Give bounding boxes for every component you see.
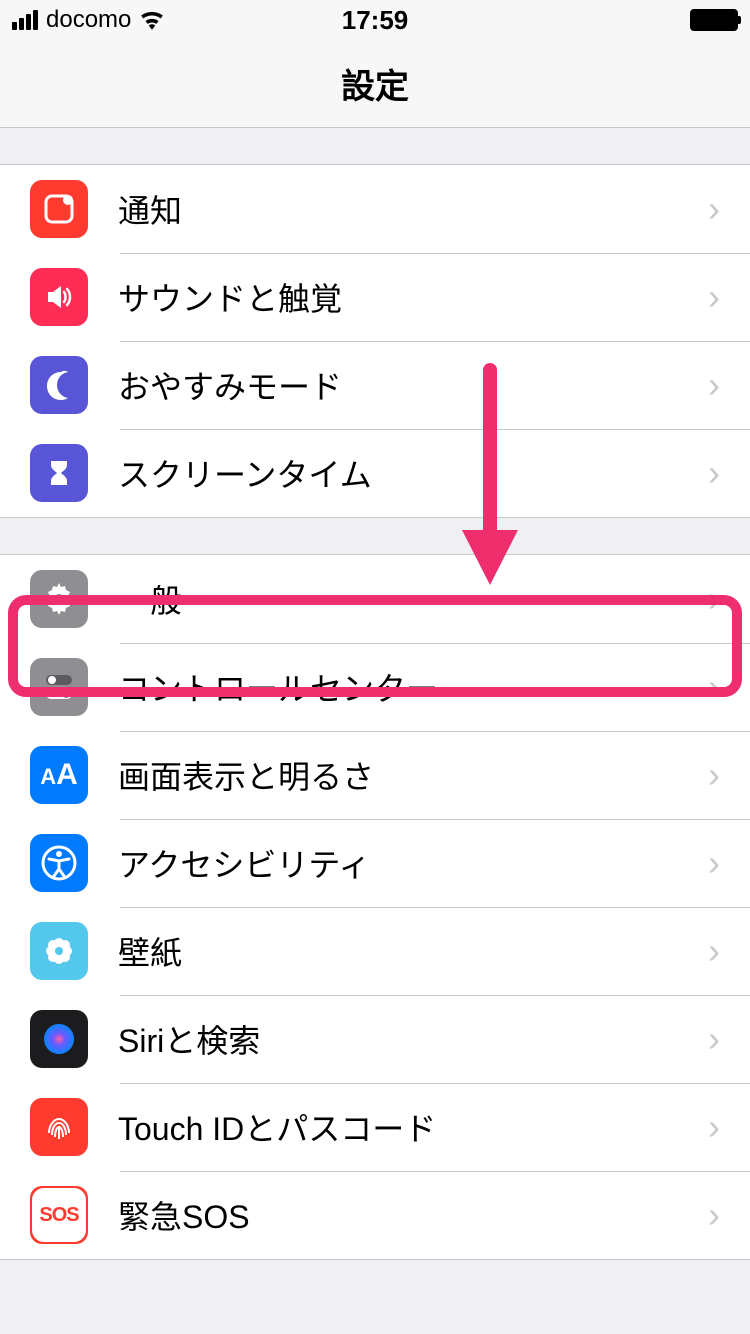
wifi-icon	[139, 10, 165, 30]
gear-icon	[30, 570, 88, 628]
flower-icon	[30, 922, 88, 980]
chevron-right-icon: ›	[708, 1194, 720, 1236]
settings-row-touchid[interactable]: Touch IDとパスコード ›	[0, 1083, 750, 1171]
row-label: Siriと検索	[118, 1016, 708, 1062]
moon-icon	[30, 356, 88, 414]
row-label: おやすみモード	[118, 362, 708, 408]
row-label: スクリーンタイム	[118, 450, 708, 496]
text-size-icon: AA	[30, 746, 88, 804]
settings-row-sos[interactable]: SOS 緊急SOS ›	[0, 1171, 750, 1259]
chevron-right-icon: ›	[708, 1106, 720, 1148]
settings-row-screentime[interactable]: スクリーンタイム ›	[0, 429, 750, 517]
list-group-1: 通知 › サウンドと触覚 › おやすみモード › スクリーンタイム ›	[0, 164, 750, 518]
chevron-right-icon: ›	[708, 276, 720, 318]
page-title: 設定	[341, 59, 409, 108]
row-label: 緊急SOS	[118, 1192, 708, 1238]
chevron-right-icon: ›	[708, 578, 720, 620]
section-gap	[0, 518, 750, 554]
accessibility-icon	[30, 834, 88, 892]
speaker-icon	[30, 268, 88, 326]
hourglass-icon	[30, 444, 88, 502]
status-time: 17:59	[342, 5, 409, 36]
chevron-right-icon: ›	[708, 188, 720, 230]
row-label: 壁紙	[118, 928, 708, 974]
row-label: 一般	[118, 576, 708, 622]
carrier-label: docomo	[46, 6, 131, 34]
chevron-right-icon: ›	[708, 666, 720, 708]
settings-row-siri[interactable]: Siriと検索 ›	[0, 995, 750, 1083]
status-left: docomo	[12, 6, 165, 34]
row-label: 画面表示と明るさ	[118, 752, 708, 798]
chevron-right-icon: ›	[708, 1018, 720, 1060]
settings-row-dnd[interactable]: おやすみモード ›	[0, 341, 750, 429]
notification-icon	[30, 180, 88, 238]
status-right	[690, 9, 738, 31]
nav-header: 設定	[0, 40, 750, 128]
row-label: コントロールセンター	[118, 664, 708, 710]
settings-row-general[interactable]: 一般 ›	[0, 555, 750, 643]
section-gap	[0, 128, 750, 164]
settings-row-wallpaper[interactable]: 壁紙 ›	[0, 907, 750, 995]
chevron-right-icon: ›	[708, 754, 720, 796]
row-label: Touch IDとパスコード	[118, 1104, 708, 1150]
row-label: サウンドと触覚	[118, 274, 708, 320]
settings-row-display[interactable]: AA 画面表示と明るさ ›	[0, 731, 750, 819]
siri-icon	[30, 1010, 88, 1068]
settings-row-notifications[interactable]: 通知 ›	[0, 165, 750, 253]
status-bar: docomo 17:59	[0, 0, 750, 40]
row-label: 通知	[118, 186, 708, 232]
chevron-right-icon: ›	[708, 364, 720, 406]
fingerprint-icon	[30, 1098, 88, 1156]
signal-icon	[12, 10, 38, 30]
switches-icon	[30, 658, 88, 716]
sos-icon: SOS	[30, 1186, 88, 1244]
row-label: アクセシビリティ	[118, 840, 708, 886]
chevron-right-icon: ›	[708, 452, 720, 494]
list-group-2: 一般 › コントロールセンター › AA 画面表示と明るさ › アクセシビリティ…	[0, 554, 750, 1260]
chevron-right-icon: ›	[708, 930, 720, 972]
settings-row-accessibility[interactable]: アクセシビリティ ›	[0, 819, 750, 907]
settings-row-sounds[interactable]: サウンドと触覚 ›	[0, 253, 750, 341]
battery-icon	[690, 9, 738, 31]
settings-row-controlcenter[interactable]: コントロールセンター ›	[0, 643, 750, 731]
chevron-right-icon: ›	[708, 842, 720, 884]
